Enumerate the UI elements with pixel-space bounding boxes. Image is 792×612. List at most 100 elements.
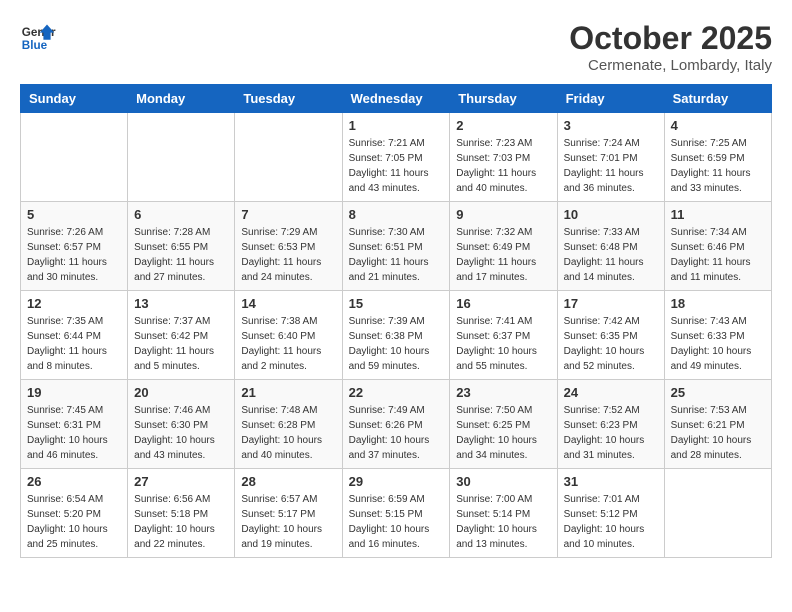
weekday-header-tuesday: Tuesday [235,85,342,113]
calendar-cell: 2 Sunrise: 7:23 AM Sunset: 7:03 PM Daylig… [450,113,557,202]
day-info: Sunrise: 7:38 AM Sunset: 6:40 PM Dayligh… [241,314,335,374]
day-number: 12 [27,296,121,311]
calendar-cell: 13 Sunrise: 7:37 AM Sunset: 6:42 PM Dayli… [128,291,235,380]
logo: General Blue [20,20,56,56]
day-number: 13 [134,296,228,311]
calendar-cell: 15 Sunrise: 7:39 AM Sunset: 6:38 PM Dayli… [342,291,450,380]
day-number: 6 [134,207,228,222]
calendar-cell: 7Sunrise: 7:29 AM Sunset: 6:53 PM Daylig… [235,202,342,291]
day-number: 9 [456,207,550,222]
weekday-header-thursday: Thursday [450,85,557,113]
calendar-cell: 11 Sunrise: 7:34 AM Sunset: 6:46 PM Dayli… [664,202,771,291]
svg-text:General: General [22,26,56,39]
calendar-table: SundayMondayTuesdayWednesdayThursdayFrid… [20,84,772,558]
calendar-cell: 12 Sunrise: 7:35 AM Sunset: 6:44 PM Dayli… [21,291,128,380]
day-info: Sunrise: 7:32 AM Sunset: 6:49 PM Dayligh… [456,225,550,285]
day-number: 4 [671,118,765,133]
weekday-header-wednesday: Wednesday [342,85,450,113]
day-number: 10 [564,207,658,222]
week-row-4: 19Sunrise: 7:45 AM Sunset: 6:31 PM Dayli… [21,380,772,469]
weekday-header-monday: Monday [128,85,235,113]
calendar-cell: 24 Sunrise: 7:52 AM Sunset: 6:23 PM Dayli… [557,380,664,469]
calendar-cell: 22 Sunrise: 7:49 AM Sunset: 6:26 PM Dayli… [342,380,450,469]
calendar-cell: 16Sunrise: 7:41 AM Sunset: 6:37 PM Dayli… [450,291,557,380]
day-number: 3 [564,118,658,133]
day-number: 21 [241,385,335,400]
day-number: 28 [241,474,335,489]
weekday-header-sunday: Sunday [21,85,128,113]
day-info: Sunrise: 6:54 AM Sunset: 5:20 PM Dayligh… [27,492,121,552]
day-info: Sunrise: 7:43 AM Sunset: 6:33 PM Dayligh… [671,314,765,374]
calendar-cell: 30 Sunrise: 7:00 AM Sunset: 5:14 PM Dayli… [450,469,557,558]
day-number: 2 [456,118,550,133]
day-info: Sunrise: 7:50 AM Sunset: 6:25 PM Dayligh… [456,403,550,463]
calendar-cell: 6 Sunrise: 7:28 AM Sunset: 6:55 PM Daylig… [128,202,235,291]
calendar-cell: 8Sunrise: 7:30 AM Sunset: 6:51 PM Daylig… [342,202,450,291]
day-number: 22 [349,385,444,400]
day-info: Sunrise: 7:33 AM Sunset: 6:48 PM Dayligh… [564,225,658,285]
calendar-cell: 9 Sunrise: 7:32 AM Sunset: 6:49 PM Daylig… [450,202,557,291]
day-number: 5 [27,207,121,222]
calendar-cell: 10 Sunrise: 7:33 AM Sunset: 6:48 PM Dayli… [557,202,664,291]
day-info: Sunrise: 7:52 AM Sunset: 6:23 PM Dayligh… [564,403,658,463]
calendar-cell [235,113,342,202]
day-number: 14 [241,296,335,311]
day-info: Sunrise: 7:24 AM Sunset: 7:01 PM Dayligh… [564,136,658,196]
week-row-3: 12 Sunrise: 7:35 AM Sunset: 6:44 PM Dayli… [21,291,772,380]
day-info: Sunrise: 7:37 AM Sunset: 6:42 PM Dayligh… [134,314,228,374]
weekday-header-row: SundayMondayTuesdayWednesdayThursdayFrid… [21,85,772,113]
calendar-cell: 17 Sunrise: 7:42 AM Sunset: 6:35 PM Dayli… [557,291,664,380]
svg-text:Blue: Blue [22,39,48,52]
calendar-cell: 4 Sunrise: 7:25 AM Sunset: 6:59 PM Daylig… [664,113,771,202]
calendar-cell: 31Sunrise: 7:01 AM Sunset: 5:12 PM Dayli… [557,469,664,558]
day-number: 17 [564,296,658,311]
day-number: 15 [349,296,444,311]
day-number: 19 [27,385,121,400]
calendar-cell: 29 Sunrise: 6:59 AM Sunset: 5:15 PM Dayli… [342,469,450,558]
day-info: Sunrise: 7:39 AM Sunset: 6:38 PM Dayligh… [349,314,444,374]
calendar-cell [664,469,771,558]
day-number: 8 [349,207,444,222]
location: Cermenate, Lombardy, Italy [569,57,772,74]
day-info: Sunrise: 7:23 AM Sunset: 7:03 PM Dayligh… [456,136,550,196]
day-number: 1 [349,118,444,133]
day-info: Sunrise: 7:26 AM Sunset: 6:57 PM Dayligh… [27,225,121,285]
calendar-cell: 18Sunrise: 7:43 AM Sunset: 6:33 PM Dayli… [664,291,771,380]
calendar-cell: 25Sunrise: 7:53 AM Sunset: 6:21 PM Dayli… [664,380,771,469]
day-number: 20 [134,385,228,400]
day-number: 30 [456,474,550,489]
week-row-2: 5 Sunrise: 7:26 AM Sunset: 6:57 PM Daylig… [21,202,772,291]
day-info: Sunrise: 6:59 AM Sunset: 5:15 PM Dayligh… [349,492,444,552]
day-info: Sunrise: 7:41 AM Sunset: 6:37 PM Dayligh… [456,314,550,374]
day-number: 29 [349,474,444,489]
calendar-cell: 19Sunrise: 7:45 AM Sunset: 6:31 PM Dayli… [21,380,128,469]
calendar-cell: 14 Sunrise: 7:38 AM Sunset: 6:40 PM Dayli… [235,291,342,380]
logo-icon: General Blue [20,20,56,56]
day-info: Sunrise: 7:46 AM Sunset: 6:30 PM Dayligh… [134,403,228,463]
day-info: Sunrise: 7:25 AM Sunset: 6:59 PM Dayligh… [671,136,765,196]
calendar-cell: 26 Sunrise: 6:54 AM Sunset: 5:20 PM Dayli… [21,469,128,558]
day-info: Sunrise: 7:48 AM Sunset: 6:28 PM Dayligh… [241,403,335,463]
week-row-5: 26 Sunrise: 6:54 AM Sunset: 5:20 PM Dayli… [21,469,772,558]
day-info: Sunrise: 7:34 AM Sunset: 6:46 PM Dayligh… [671,225,765,285]
day-info: Sunrise: 7:28 AM Sunset: 6:55 PM Dayligh… [134,225,228,285]
day-number: 11 [671,207,765,222]
calendar-cell: 1Sunrise: 7:21 AM Sunset: 7:05 PM Daylig… [342,113,450,202]
day-info: Sunrise: 7:35 AM Sunset: 6:44 PM Dayligh… [27,314,121,374]
day-info: Sunrise: 7:42 AM Sunset: 6:35 PM Dayligh… [564,314,658,374]
day-info: Sunrise: 7:01 AM Sunset: 5:12 PM Dayligh… [564,492,658,552]
calendar-cell [128,113,235,202]
day-info: Sunrise: 7:00 AM Sunset: 5:14 PM Dayligh… [456,492,550,552]
week-row-1: 1Sunrise: 7:21 AM Sunset: 7:05 PM Daylig… [21,113,772,202]
day-number: 27 [134,474,228,489]
day-number: 24 [564,385,658,400]
weekday-header-saturday: Saturday [664,85,771,113]
calendar-cell: 20 Sunrise: 7:46 AM Sunset: 6:30 PM Dayli… [128,380,235,469]
day-number: 26 [27,474,121,489]
title-block: October 2025 Cermenate, Lombardy, Italy [569,20,772,74]
calendar-cell: 27 Sunrise: 6:56 AM Sunset: 5:18 PM Dayli… [128,469,235,558]
day-info: Sunrise: 6:56 AM Sunset: 5:18 PM Dayligh… [134,492,228,552]
day-number: 23 [456,385,550,400]
month-title: October 2025 [569,20,772,57]
day-info: Sunrise: 7:49 AM Sunset: 6:26 PM Dayligh… [349,403,444,463]
